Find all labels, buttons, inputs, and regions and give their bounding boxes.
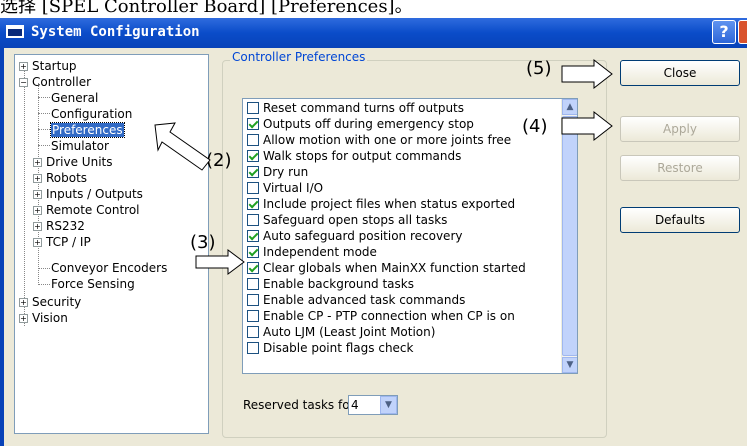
tree-item-simulator[interactable]: Simulator	[51, 139, 109, 154]
checkbox[interactable]	[247, 134, 259, 146]
checkbox[interactable]	[247, 214, 259, 226]
tree-item-force-sensing[interactable]: Force Sensing	[51, 277, 135, 292]
checkbox[interactable]	[247, 182, 259, 194]
option-item[interactable]: Enable CP - PTP connection when CP is on	[247, 309, 515, 325]
checkbox[interactable]	[247, 150, 259, 162]
option-item[interactable]: Virtual I/O	[247, 181, 323, 197]
help-button[interactable]: ?	[712, 20, 736, 44]
tree-item-rs232[interactable]: + RS232	[33, 219, 85, 234]
page-caption: 选择 [SPEL Controller Board] [Preferences]…	[0, 0, 413, 17]
app-icon	[6, 25, 24, 38]
tree-item-remote-control[interactable]: + Remote Control	[33, 203, 140, 218]
tree-item-general[interactable]: General	[51, 91, 98, 106]
option-item[interactable]: Include project files when status export…	[247, 197, 515, 213]
expand-icon[interactable]: +	[33, 158, 42, 167]
option-item[interactable]: Allow motion with one or more joints fre…	[247, 133, 511, 149]
tree-item-security[interactable]: + Security	[19, 295, 81, 310]
tree-item-inputs-outputs[interactable]: + Inputs / Outputs	[33, 187, 143, 202]
option-item[interactable]: Walk stops for output commands	[247, 149, 461, 165]
reserved-tasks-select[interactable]: 4 ▼	[348, 395, 398, 415]
tree-item-vision[interactable]: + Vision	[19, 311, 68, 326]
expand-icon[interactable]: +	[19, 298, 28, 307]
tree-item-conveyor-encoders[interactable]: Conveyor Encoders	[51, 261, 167, 276]
checkbox[interactable]	[247, 294, 259, 306]
option-item[interactable]: Enable background tasks	[247, 277, 414, 293]
arrow-4-icon	[561, 110, 613, 142]
reserved-tasks-value: 4	[351, 398, 359, 412]
option-item[interactable]: Outputs off during emergency stop	[247, 117, 474, 133]
checkbox[interactable]	[247, 102, 259, 114]
checkbox[interactable]	[247, 118, 259, 130]
tree-item-controller[interactable]: − Controller	[19, 75, 91, 90]
arrow-5-icon	[561, 58, 613, 90]
window-title: System Configuration	[31, 24, 200, 40]
tree-item-drive-units[interactable]: + Drive Units	[33, 155, 113, 170]
option-item[interactable]: Independent mode	[247, 245, 377, 261]
expand-icon[interactable]: +	[19, 62, 28, 71]
expand-icon[interactable]: +	[33, 174, 42, 183]
checkbox[interactable]	[247, 342, 259, 354]
arrow-2-icon	[154, 122, 211, 171]
collapse-icon[interactable]: −	[19, 78, 28, 87]
expand-icon[interactable]: +	[33, 190, 42, 199]
annotation-4: (4)	[522, 116, 548, 137]
scroll-down-icon[interactable]: ▼	[562, 357, 577, 373]
checkbox[interactable]	[247, 326, 259, 338]
expand-icon[interactable]: +	[19, 314, 28, 323]
expand-icon[interactable]: +	[33, 238, 42, 247]
scroll-thumb[interactable]	[562, 116, 577, 356]
arrow-3-icon	[195, 249, 245, 275]
checkbox[interactable]	[247, 198, 259, 210]
option-item[interactable]: Safeguard open stops all tasks	[247, 213, 447, 229]
expand-icon[interactable]: +	[33, 206, 42, 215]
group-title: Controller Preferences	[230, 50, 368, 64]
checkbox[interactable]	[247, 310, 259, 322]
option-item[interactable]: Auto LJM (Least Joint Motion)	[247, 325, 435, 341]
option-item[interactable]: Disable point flags check	[247, 341, 413, 357]
option-item[interactable]: Enable advanced task commands	[247, 293, 465, 309]
tree-item-preferences[interactable]: Preferences	[50, 122, 125, 138]
tree-item-configuration[interactable]: Configuration	[51, 107, 132, 122]
expand-icon[interactable]: +	[33, 222, 42, 231]
close-button[interactable]: Close	[620, 60, 740, 86]
checkbox[interactable]	[247, 278, 259, 290]
option-item[interactable]: Clear globals when MainXX function start…	[247, 261, 526, 277]
apply-button[interactable]: Apply	[620, 116, 740, 142]
tree-item-robots[interactable]: + Robots	[33, 171, 87, 186]
checkbox[interactable]	[247, 230, 259, 242]
close-window-button[interactable]	[738, 20, 747, 44]
annotation-5: (5)	[526, 58, 552, 79]
restore-button[interactable]: Restore	[620, 155, 740, 181]
tree-item-startup[interactable]: + Startup	[19, 59, 77, 74]
option-item[interactable]: Auto safeguard position recovery	[247, 229, 462, 245]
options-checklist[interactable]: Reset command turns off outputs Outputs …	[242, 98, 578, 374]
chevron-down-icon[interactable]: ▼	[380, 396, 397, 414]
config-tree[interactable]: + Startup − Controller General Configurati…	[14, 54, 209, 434]
tree-item-tcp-ip[interactable]: + TCP / IP	[33, 235, 91, 250]
title-bar: System Configuration	[0, 18, 747, 48]
option-item[interactable]: Dry run	[247, 165, 308, 181]
option-item[interactable]: Reset command turns off outputs	[247, 101, 464, 117]
defaults-button[interactable]: Defaults	[620, 207, 740, 233]
checkbox[interactable]	[247, 166, 259, 178]
